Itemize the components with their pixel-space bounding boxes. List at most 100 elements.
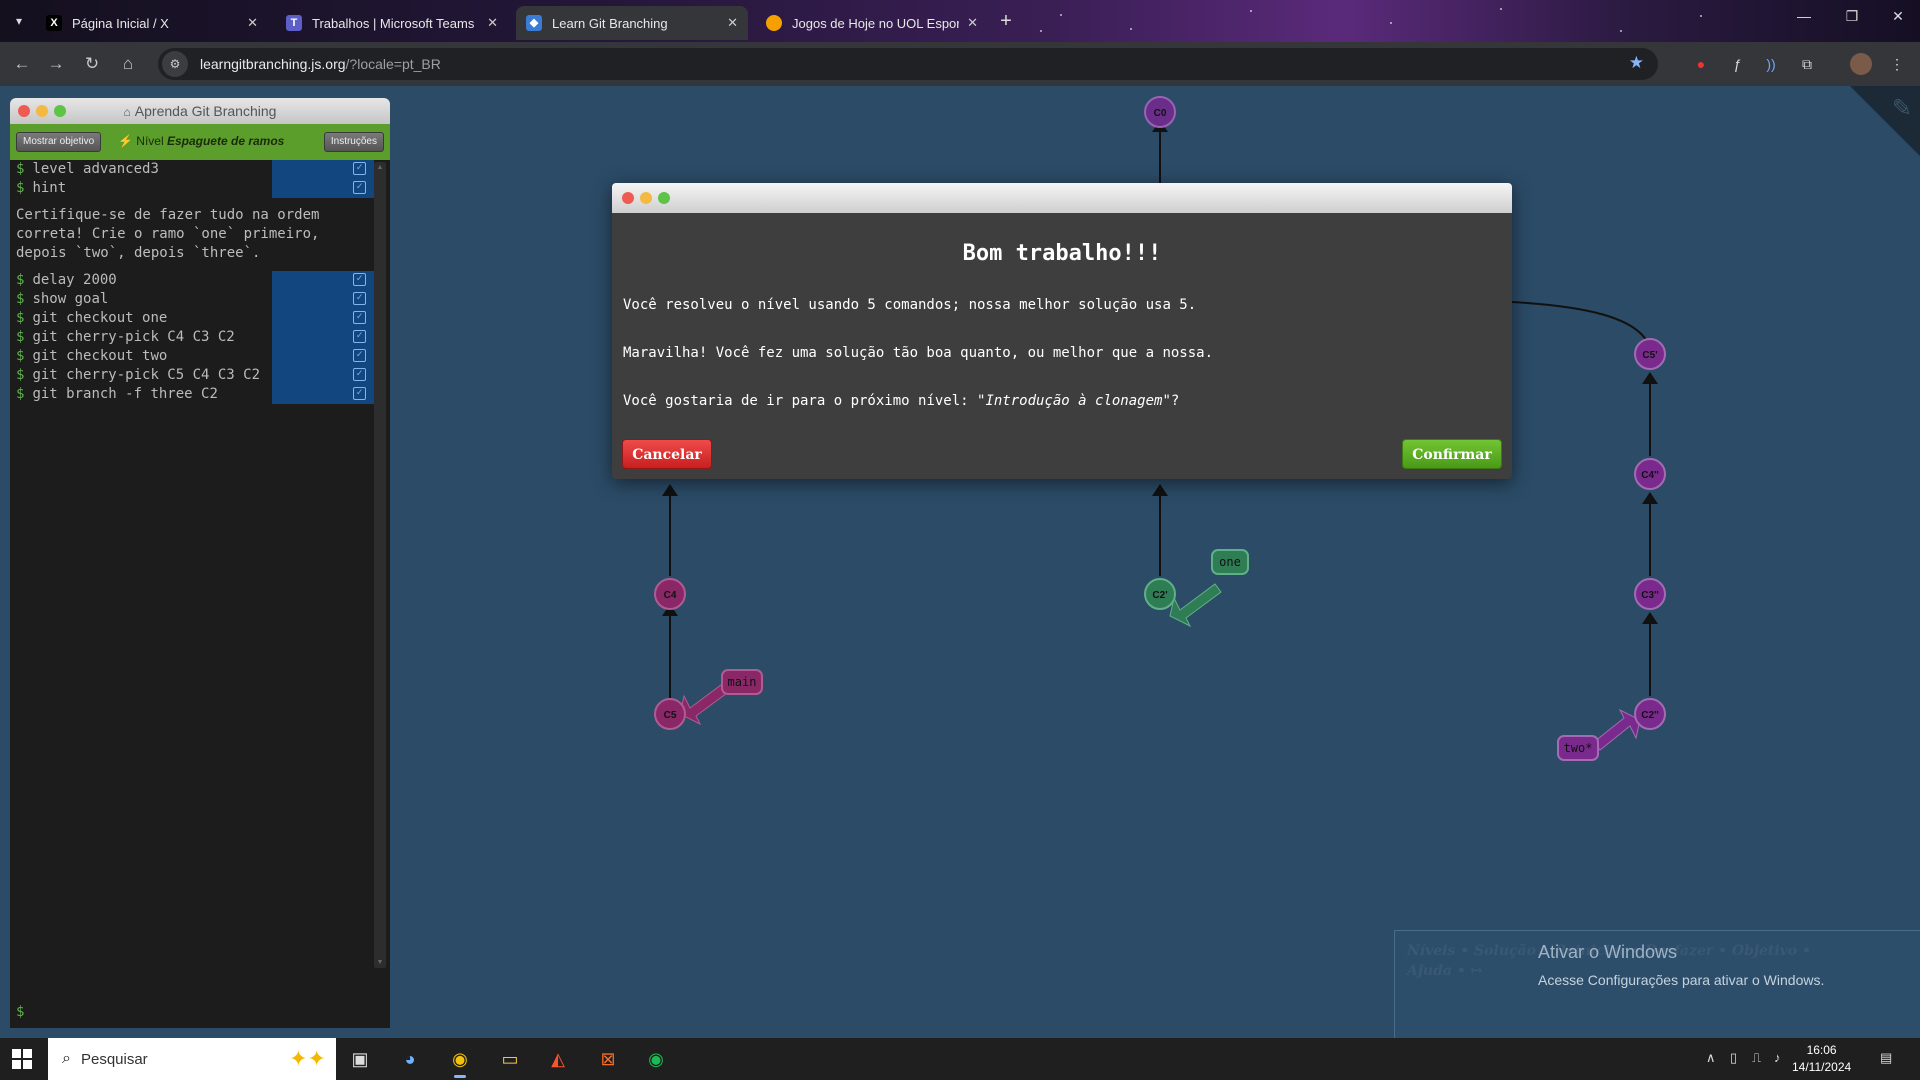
- home-icon[interactable]: ⌂: [116, 52, 140, 76]
- instructions-button[interactable]: Instruções: [323, 132, 384, 152]
- task-view-icon[interactable]: ▣: [344, 1044, 376, 1074]
- network-icon[interactable]: ⎍: [1752, 1050, 1761, 1066]
- extension-audio-icon[interactable]: )): [1760, 53, 1782, 75]
- git-icon: ◆: [526, 15, 542, 31]
- command-text: hint: [32, 180, 67, 196]
- one-branch-arrow: [1169, 583, 1222, 628]
- windows-activation-title: Ativar o Windows: [1538, 942, 1678, 962]
- profile-avatar[interactable]: [1850, 53, 1872, 75]
- close-icon[interactable]: ✕: [967, 15, 978, 31]
- window-dots: [18, 105, 66, 117]
- next-prefix: Você gostaria de ir para o próximo nível…: [623, 393, 978, 409]
- search-placeholder: Pesquisar: [80, 1050, 148, 1068]
- minimize-icon[interactable]: —: [1784, 8, 1824, 24]
- confirm-button[interactable]: Confirmar: [1402, 439, 1502, 469]
- level-title: Espaguete de ramos: [166, 134, 285, 148]
- brave-icon[interactable]: ◭: [542, 1044, 574, 1074]
- forward-icon[interactable]: →: [44, 52, 68, 76]
- commit-c3pp[interactable]: C3'': [1634, 578, 1666, 610]
- checkbox-icon: ✓: [353, 311, 366, 324]
- dialog-titlebar: [612, 183, 1512, 213]
- menu-kebab-icon[interactable]: ⋮: [1886, 53, 1908, 75]
- show-goal-button[interactable]: Mostrar objetivo: [16, 132, 102, 152]
- commit-c5p[interactable]: C5': [1634, 338, 1666, 370]
- chrome-icon[interactable]: ◉: [444, 1044, 476, 1078]
- branch-label: one: [1219, 555, 1241, 569]
- commit-c2pp[interactable]: C2'': [1634, 698, 1666, 730]
- tab-teams[interactable]: T Trabalhos | Microsoft Teams ✕: [276, 6, 508, 40]
- commit-c0[interactable]: C0: [1144, 96, 1176, 128]
- command-text: git checkout two: [32, 348, 168, 364]
- learn-git-branching-page: C0 C4 C5 C2' C5' C4'' C3'' C2'' main one…: [0, 86, 1920, 1038]
- site-info-icon[interactable]: ⚙: [162, 51, 188, 77]
- tab-uol[interactable]: Jogos de Hoje no UOL Esporte ✕: [756, 6, 988, 40]
- extension-fx-icon[interactable]: ƒ: [1726, 53, 1748, 75]
- window-dots: [622, 192, 670, 204]
- branch-label: two*: [1564, 741, 1593, 755]
- maximize-dot[interactable]: [54, 105, 66, 117]
- teams-icon: T: [286, 15, 302, 31]
- checkbox-icon: ✓: [353, 162, 366, 175]
- spotify-icon[interactable]: ◉: [640, 1044, 672, 1074]
- close-icon[interactable]: ✕: [727, 15, 738, 31]
- address-bar[interactable]: ⚙ learngitbranching.js.org/?locale=pt_BR…: [158, 48, 1658, 80]
- command-line: $ git cherry-pick C5 C4 C3 C2 ✓: [10, 366, 374, 385]
- command-line: $ delay 2000 ✓: [10, 271, 374, 290]
- copilot-icon[interactable]: ◕: [394, 1044, 426, 1074]
- restore-icon[interactable]: ❐: [1832, 8, 1872, 25]
- commit-c4[interactable]: C4: [654, 578, 686, 610]
- xampp-icon[interactable]: ⊠: [592, 1044, 624, 1074]
- minimize-dot[interactable]: [36, 105, 48, 117]
- commit-c2p[interactable]: C2': [1144, 578, 1176, 610]
- tab-learn-git[interactable]: ◆ Learn Git Branching ✕: [516, 6, 748, 40]
- branch-main[interactable]: main: [721, 669, 763, 695]
- branch-label: main: [728, 675, 757, 689]
- commit-label: C5: [664, 710, 677, 721]
- extension-adblock-icon[interactable]: ●: [1690, 53, 1712, 75]
- tab-label: Learn Git Branching: [552, 15, 668, 31]
- command-input[interactable]: $: [16, 1004, 24, 1020]
- command-text: show goal: [32, 291, 109, 307]
- command-line: $ git branch -f three C2 ✓: [10, 385, 374, 404]
- level-complete-dialog: Bom trabalho!!! Você resolveu o nível us…: [612, 183, 1512, 479]
- checkbox-icon: ✓: [353, 330, 366, 343]
- close-dot[interactable]: [18, 105, 30, 117]
- extensions-puzzle-icon[interactable]: ⧉: [1796, 53, 1818, 75]
- maximize-dot[interactable]: [658, 192, 670, 204]
- windows-start-icon[interactable]: [12, 1049, 32, 1069]
- exit-icon[interactable]: ↦: [1471, 963, 1483, 979]
- reload-icon[interactable]: ↻: [80, 52, 104, 76]
- checkbox-icon: ✓: [353, 349, 366, 362]
- bookmark-star-icon[interactable]: ★: [1629, 53, 1644, 73]
- cancel-button[interactable]: Cancelar: [622, 439, 712, 469]
- close-window-icon[interactable]: ✕: [1878, 8, 1918, 25]
- taskbar-clock[interactable]: 16:06 14/11/2024: [1792, 1042, 1851, 1076]
- close-dot[interactable]: [622, 192, 634, 204]
- commit-label: C3'': [1641, 590, 1659, 601]
- branch-two[interactable]: two*: [1557, 735, 1599, 761]
- volume-icon[interactable]: ♪: [1774, 1050, 1781, 1065]
- commit-c5[interactable]: C5: [654, 698, 686, 730]
- notifications-icon[interactable]: ▤: [1880, 1050, 1892, 1066]
- close-icon[interactable]: ✕: [247, 15, 258, 31]
- branch-one[interactable]: one: [1211, 549, 1249, 575]
- back-icon[interactable]: ←: [10, 52, 34, 76]
- commit-label: C2': [1152, 590, 1167, 601]
- tab-search-icon[interactable]: ▾: [8, 10, 30, 32]
- windows-taskbar: ⌕ Pesquisar ✦✦ ▣ ◕ ◉ ▭ ◭ ⊠ ◉ ∧ ▯ ⎍ ♪ 16:…: [0, 1038, 1920, 1080]
- tab-x[interactable]: X Página Inicial / X ✕: [36, 6, 268, 40]
- command-text: git cherry-pick C5 C4 C3 C2: [32, 367, 261, 383]
- file-explorer-icon[interactable]: ▭: [494, 1044, 526, 1074]
- minimize-dot[interactable]: [640, 192, 652, 204]
- new-tab-button[interactable]: +: [994, 10, 1018, 34]
- commit-c4pp[interactable]: C4'': [1634, 458, 1666, 490]
- terminal-scrollbar[interactable]: ▲ ▼: [374, 162, 386, 968]
- tray-meet-icon[interactable]: ▯: [1730, 1050, 1737, 1066]
- close-icon[interactable]: ✕: [487, 15, 498, 31]
- taskbar-search[interactable]: ⌕ Pesquisar ✦✦: [48, 1038, 336, 1080]
- edge-arrow: [1642, 372, 1658, 384]
- commit-label: C5': [1642, 350, 1657, 361]
- tray-chevron-icon[interactable]: ∧: [1706, 1050, 1716, 1066]
- command-line: $ git checkout two ✓: [10, 347, 374, 366]
- level-pin-icon[interactable]: ✎: [1892, 94, 1912, 123]
